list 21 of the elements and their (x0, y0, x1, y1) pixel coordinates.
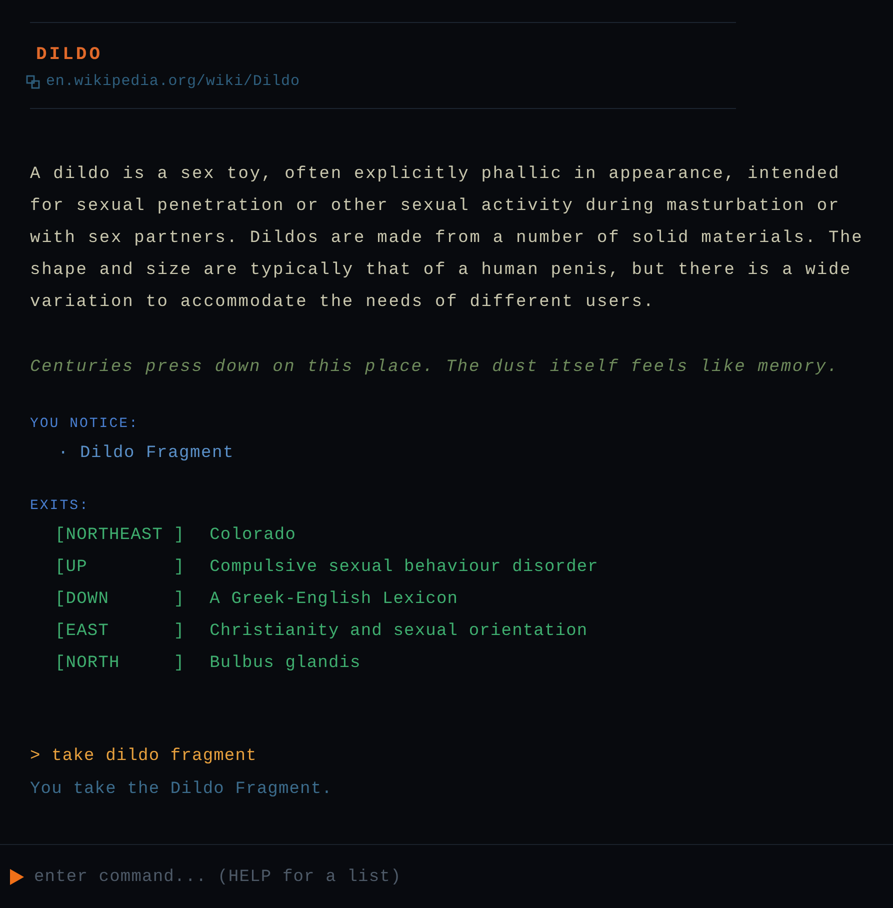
exit-destination[interactable]: Bulbus glandis (210, 648, 361, 680)
command-input[interactable]: enter command... (HELP for a list) (34, 868, 893, 887)
exit-direction: [NORTH ] (55, 653, 185, 675)
exits-heading: EXITS: (30, 497, 90, 516)
exit-direction: [NORTHEAST ] (55, 525, 185, 547)
exit-direction: [UP ] (55, 557, 185, 579)
prompt-icon (10, 868, 24, 884)
atmosphere-text: Centuries press down on this place. The dust itself feels like memory. (30, 357, 840, 379)
command-echo: > take dildo fragment (30, 746, 258, 768)
notice-item[interactable]: · Dildo Fragment (58, 442, 893, 466)
exit-destination[interactable]: Compulsive sexual behaviour disorder (210, 552, 598, 584)
article-title: DILDO (36, 44, 104, 67)
exit-direction: [EAST ] (55, 621, 185, 643)
notice-heading: YOU NOTICE: (30, 415, 140, 434)
exit-destination[interactable]: A Greek-English Lexicon (210, 584, 458, 616)
exit-direction: [DOWN ] (55, 589, 185, 611)
response-text: You take the Dildo Fragment. (30, 779, 334, 801)
exit-destination[interactable]: Christianity and sexual orientation (210, 616, 588, 648)
description-text: A dildo is a sex toy, often explicitly phallic in appearance, intended for sexual penetration or other sexual activity during masturbation or with sex partners. Dildos are made from a number of solid materials. The shape and size are typically that of a human penis, but there is a wide variation to accommodate the needs of different users. (30, 164, 864, 314)
external-link-icon (26, 74, 40, 88)
exit-destination[interactable]: Colorado (210, 520, 296, 552)
